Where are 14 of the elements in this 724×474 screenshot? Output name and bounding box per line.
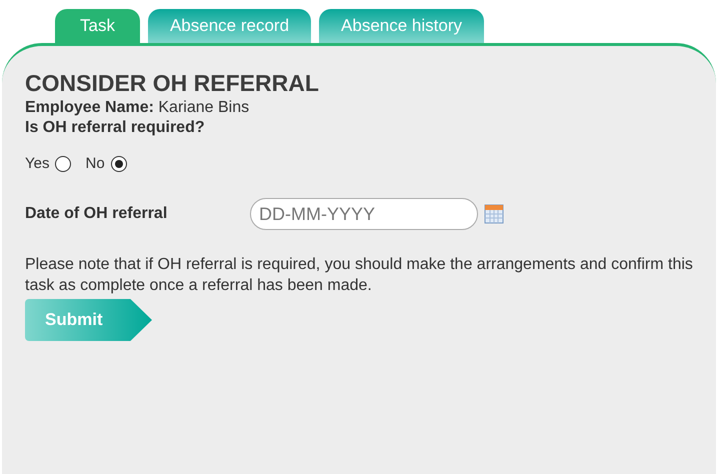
question-label: Is OH referral required?: [25, 119, 206, 137]
tab[interactable]: Absence history: [319, 9, 484, 43]
date-label: Date of OH referral: [25, 205, 168, 223]
note-text: Please note that if OH referral is required, you should make the arrangements and confirm this task as complete once a referral has been made.: [25, 255, 693, 296]
tab[interactable]: Absence record: [148, 9, 312, 43]
form-title: CONSIDER OH REFERRAL: [25, 70, 320, 97]
option-label: No: [85, 155, 105, 172]
date-field[interactable]: DD-MM-YYYY: [250, 198, 478, 230]
tab[interactable]: Task: [55, 9, 140, 43]
radio-button[interactable]: [110, 156, 127, 172]
radio-button[interactable]: [55, 156, 72, 172]
submit-button[interactable]: Submit: [25, 299, 152, 341]
employee-name: Employee Name: Kariane Bins: [25, 99, 250, 117]
option-label: Yes: [25, 155, 50, 172]
